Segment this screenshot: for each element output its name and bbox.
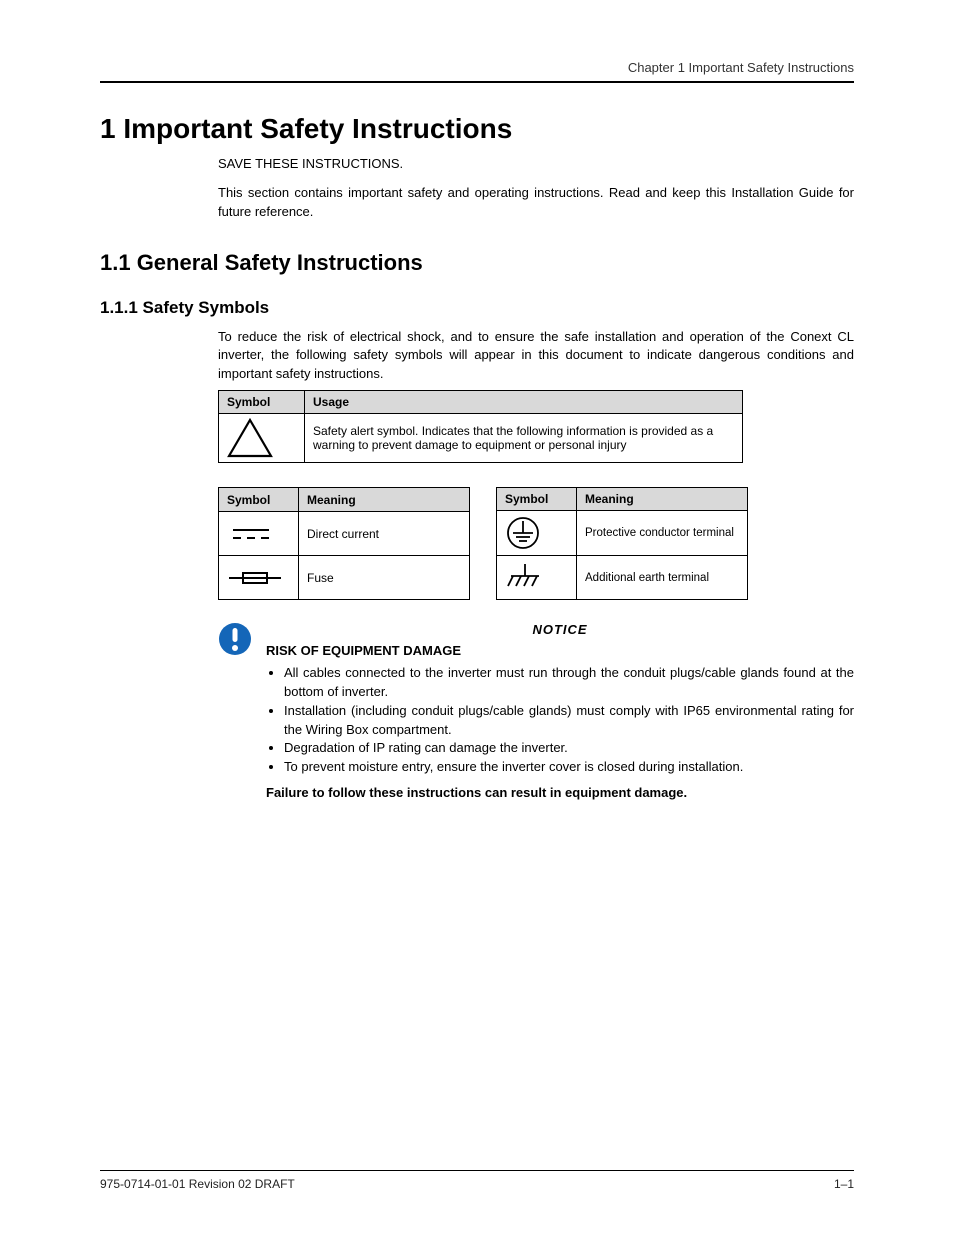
section-general-safety: 1.1 General Safety Instructions xyxy=(100,250,854,276)
th-meaning-r: Meaning xyxy=(577,488,748,511)
notice-block: NOTICE RISK OF EQUIPMENT DAMAGE All cabl… xyxy=(266,622,854,800)
th-meaning-l: Meaning xyxy=(299,488,470,512)
fuse-icon xyxy=(219,556,299,600)
additional-earth-meaning: Additional earth terminal xyxy=(577,556,748,600)
notice-bullet-4: To prevent moisture entry, ensure the in… xyxy=(284,758,854,777)
symbol-table-right: Symbol Meaning Protective conductor ter xyxy=(496,487,748,600)
safety-symbol-table: Symbol Usage Safety alert symbol. Indica… xyxy=(218,390,743,463)
notice-footer: Failure to follow these instructions can… xyxy=(266,785,854,800)
protective-earth-meaning: Protective conductor terminal xyxy=(577,511,748,556)
th-symbol: Symbol xyxy=(219,391,305,414)
th-symbol-l: Symbol xyxy=(219,488,299,512)
notice-exclamation-icon xyxy=(218,622,252,656)
footer-doc-id: 975-0714-01-01 Revision 02 DRAFT xyxy=(100,1177,295,1191)
running-header: Chapter 1 Important Safety Instructions xyxy=(100,60,854,75)
subsection-safety-symbols: 1.1.1 Safety Symbols xyxy=(100,298,854,318)
notice-bullet-1: All cables connected to the inverter mus… xyxy=(284,664,854,702)
page-footer: 975-0714-01-01 Revision 02 DRAFT 1–1 xyxy=(100,1170,854,1191)
notice-title: RISK OF EQUIPMENT DAMAGE xyxy=(266,643,854,658)
th-symbol-r: Symbol xyxy=(497,488,577,511)
dc-icon xyxy=(219,512,299,556)
footer-page-number: 1–1 xyxy=(834,1177,854,1191)
protective-earth-icon xyxy=(497,511,577,556)
th-usage: Usage xyxy=(305,391,743,414)
chapter-title: 1 Important Safety Instructions xyxy=(100,113,854,145)
intro-paragraph: This section contains important safety a… xyxy=(218,184,854,222)
top-rule xyxy=(100,81,854,83)
fuse-meaning: Fuse xyxy=(299,556,470,600)
notice-bullet-2: Installation (including conduit plugs/ca… xyxy=(284,702,854,740)
notice-bullet-3: Degradation of IP rating can damage the … xyxy=(284,739,854,758)
save-instructions: SAVE THESE INSTRUCTIONS. xyxy=(218,155,854,174)
dc-meaning: Direct current xyxy=(299,512,470,556)
notice-heading: NOTICE xyxy=(266,622,854,637)
alert-triangle-icon xyxy=(219,414,305,463)
additional-earth-icon xyxy=(497,556,577,600)
alert-usage: Safety alert symbol. Indicates that the … xyxy=(305,414,743,463)
symbols-intro: To reduce the risk of electrical shock, … xyxy=(218,328,854,385)
symbol-table-left: Symbol Meaning Direct current xyxy=(218,487,470,600)
